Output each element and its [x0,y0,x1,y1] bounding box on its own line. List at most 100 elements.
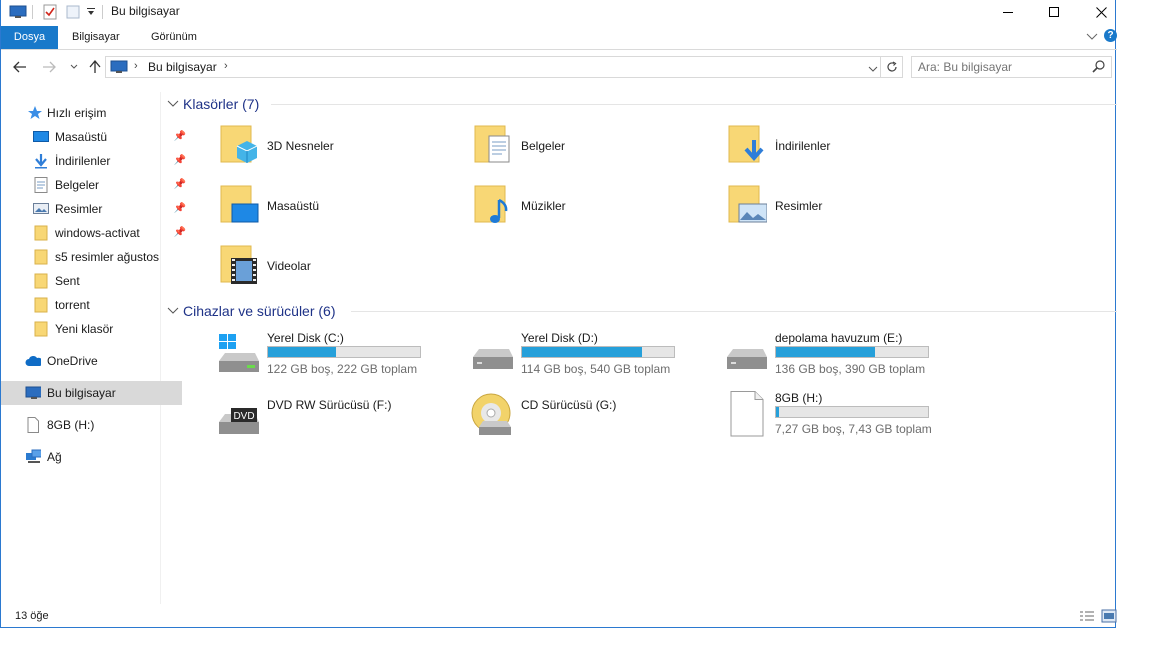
sidebar-item-quick-access[interactable]: Hızlı erişim [1,101,184,125]
section-heading: Klasörler (7) [183,96,260,112]
section-devices[interactable]: Cihazlar ve sürücüler (6) [167,301,1117,321]
section-folders[interactable]: Klasörler (7) [167,94,1117,114]
help-icon[interactable]: ? [1104,29,1117,42]
pin-icon[interactable]: 📌 [174,131,186,142]
customize-toolbar-icon[interactable] [86,3,96,21]
sidebar-item-folder[interactable]: Sent [1,269,190,293]
drive-usage-bar [775,346,929,358]
drive-usage-bar [267,346,421,358]
address-bar[interactable]: › Bu bilgisayar › [105,56,881,78]
sidebar-item-this-pc[interactable]: Bu bilgisayar [1,381,182,405]
folder-downloads[interactable]: İndirilenler [727,124,830,168]
computer-icon [25,385,41,401]
folder-label: Videolar [267,259,311,273]
sidebar-item-usb-drive[interactable]: 8GB (H:) [1,413,182,437]
folder-3d-objects[interactable]: 3D Nesneler [219,124,334,168]
tab-computer[interactable]: Bilgisayar [72,26,120,49]
ribbon-tabs: Dosya Bilgisayar Görünüm ? [1,26,1117,50]
drive-name: CD Sürücüsü (G:) [521,398,617,412]
section-heading: Cihazlar ve sürücüler (6) [183,303,336,319]
section-divider [271,104,1117,105]
sidebar-label: Bu bilgisayar [47,386,116,400]
documents-icon [474,125,510,163]
sidebar-label: torrent [55,298,90,312]
drive-space-info: 7,27 GB boş, 7,43 GB toplam [775,422,932,436]
breadcrumb-chevron-icon[interactable]: › [224,60,228,72]
sidebar-label: s5 resimler ağustos [55,250,160,264]
sidebar-label: Sent [55,274,80,288]
sidebar-item-network[interactable]: Ağ [1,445,182,469]
expand-ribbon-icon[interactable] [1086,31,1098,45]
sidebar-item-folder[interactable]: s5 resimler ağustos [1,245,190,269]
maximize-button[interactable] [1031,0,1077,24]
pin-icon[interactable]: 📌 [174,227,186,238]
folder-icon [33,297,49,313]
sidebar-label: Hızlı erişim [47,106,107,120]
sidebar-item-folder[interactable]: torrent [1,293,190,317]
drive-usage-bar [775,406,929,418]
pin-icon[interactable]: 📌 [174,155,186,166]
folder-music[interactable]: Müzikler [473,184,566,228]
folder-label: Müzikler [521,199,566,213]
large-icons-view-icon[interactable] [1101,609,1117,626]
folder-label: Belgeler [521,139,566,153]
sidebar-item-downloads[interactable]: İndirilenler 📌 [1,149,190,173]
cd-drive-icon [471,393,511,435]
drive-space-info: 136 GB boş, 390 GB toplam [775,362,926,376]
forward-button[interactable] [40,58,58,76]
search-box[interactable] [911,56,1112,78]
address-dropdown-icon[interactable] [868,62,878,76]
sidebar-item-onedrive[interactable]: OneDrive [1,349,182,373]
window-title: Bu bilgisayar [111,4,180,18]
sidebar-label: windows-activat [55,226,140,240]
back-button[interactable] [11,58,29,76]
star-icon [27,105,43,121]
sidebar-label: İndirilenler [55,154,111,168]
sidebar-label: Belgeler [55,178,100,192]
breadcrumb-chevron-icon[interactable]: › [134,60,138,72]
new-folder-icon[interactable] [65,3,81,21]
properties-icon[interactable] [42,3,58,21]
pin-icon[interactable]: 📌 [174,179,186,190]
sidebar-label: Yeni klasör [55,322,114,336]
sidebar-item-folder[interactable]: Yeni klasör [1,317,190,341]
navigation-pane: Hızlı erişim Masaüstü 📌 İndirilenler 📌 B… [1,92,186,604]
folder-label: 3D Nesneler [267,139,334,153]
removable-drive-icon [730,391,764,437]
sidebar-item-pictures[interactable]: Resimler 📌 [1,197,190,221]
tab-view[interactable]: Görünüm [151,26,197,49]
sidebar-item-documents[interactable]: Belgeler 📌 [1,173,190,197]
hard-drive-icon [473,349,513,369]
collapse-chevron-icon[interactable] [167,99,179,109]
drive-space-info: 114 GB boş, 540 GB toplam [521,362,671,376]
close-button[interactable] [1078,0,1124,24]
up-button[interactable] [86,58,104,76]
drive-space-info: 122 GB boş, 222 GB toplam [267,362,418,376]
drive-usage-bar [521,346,675,358]
pin-icon[interactable]: 📌 [174,203,186,214]
folder-videos[interactable]: Videolar [219,244,311,288]
drive-usage-fill [776,407,780,417]
cloud-icon [25,353,41,369]
details-view-icon[interactable] [1079,610,1095,625]
drive-name: Yerel Disk (D:) [521,331,598,345]
collapse-chevron-icon[interactable] [167,306,179,316]
sidebar-item-folder[interactable]: windows-activat 📌 [1,221,190,245]
title-bar: Bu bilgisayar [1,0,1117,24]
section-divider [351,311,1117,312]
folder-desktop[interactable]: Masaüstü [219,184,319,228]
status-item-count: 13 öğe [15,610,49,622]
minimize-button[interactable] [985,0,1031,24]
folder-pictures[interactable]: Resimler [727,184,822,228]
folder-documents[interactable]: Belgeler [473,124,565,168]
sidebar-item-desktop[interactable]: Masaüstü 📌 [1,125,190,149]
document-icon [33,177,49,193]
search-icon[interactable] [1092,60,1105,76]
search-input[interactable] [918,59,1088,75]
recent-locations-button[interactable] [65,58,83,76]
breadcrumb-this-pc[interactable]: Bu bilgisayar [148,60,217,74]
network-icon [25,449,41,465]
tab-file[interactable]: Dosya [1,26,58,49]
3d-objects-icon [220,125,258,163]
refresh-button[interactable] [881,56,903,78]
